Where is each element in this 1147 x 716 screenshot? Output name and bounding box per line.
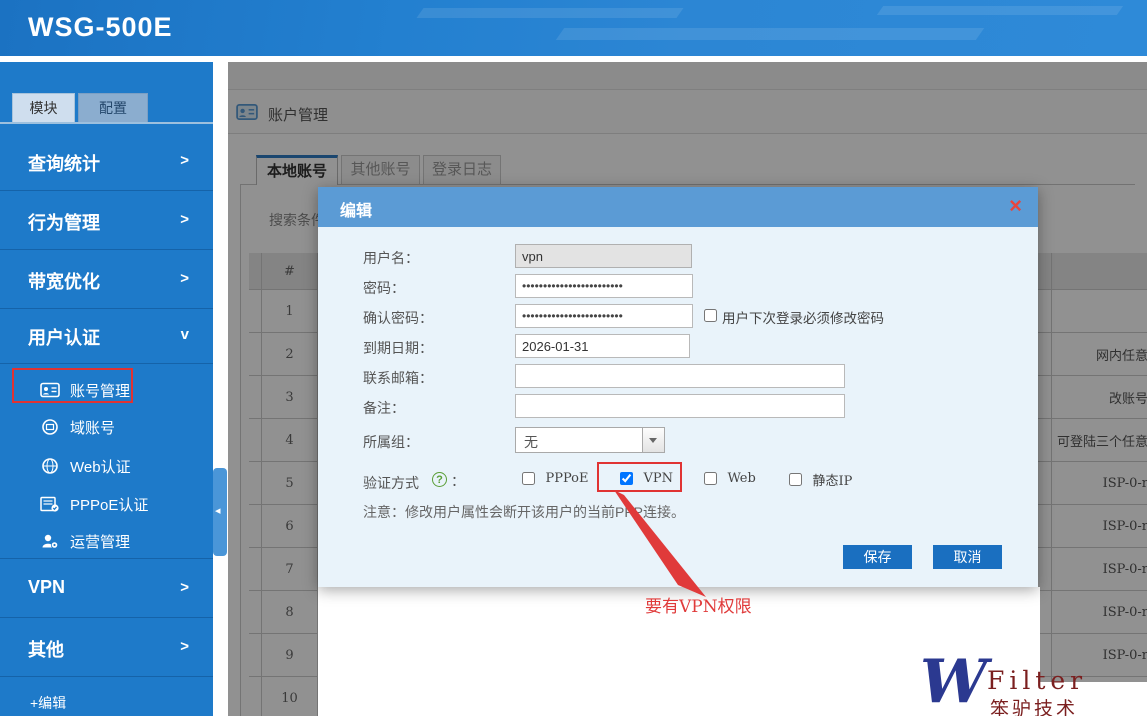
web-checkbox-label[interactable]: Web xyxy=(727,471,755,486)
dialog-header: 编辑 × xyxy=(318,187,1038,227)
sidebar-item-web-auth[interactable]: Web认证 xyxy=(0,448,213,484)
sidebar-tab-modules[interactable]: 模块 xyxy=(12,93,75,122)
sidebar-item-domain-account[interactable]: 域账号 xyxy=(0,409,213,445)
sidebar-item-query-stats[interactable]: 查询统计 > xyxy=(0,133,213,191)
domain-account-icon xyxy=(40,418,60,436)
group-select[interactable]: 无 xyxy=(515,427,665,453)
watermark-brand: Filter xyxy=(987,666,1087,695)
pppoe-checkbox[interactable] xyxy=(522,472,535,485)
password-label: 密码： xyxy=(363,278,405,298)
note-label: 备注： xyxy=(363,398,405,418)
sidebar-item-edit[interactable]: +编辑 xyxy=(0,693,213,716)
id-card-icon xyxy=(40,381,60,399)
header-decoration xyxy=(556,28,984,40)
sidebar-item-user-auth[interactable]: 用户认证 v xyxy=(0,310,213,364)
chevron-down-icon: v xyxy=(181,326,189,343)
wsg-500e-app: WSG-500E 模块 配置 查询统计 > 行为管理 > 带宽优化 > 用户认证… xyxy=(0,0,1147,716)
sidebar-collapse-handle[interactable]: ◂ xyxy=(213,468,227,556)
chevron-left-icon: ◂ xyxy=(215,504,221,517)
force-password-change-checkbox[interactable] xyxy=(704,309,717,322)
auth-option-static-ip: 静态IP xyxy=(789,470,852,489)
close-icon[interactable]: × xyxy=(1009,194,1022,218)
annotation-text: 要有VPN权限 xyxy=(645,592,752,617)
username-field[interactable] xyxy=(515,244,692,268)
expiry-date-label: 到期日期： xyxy=(363,338,433,358)
vpn-checkbox-label[interactable]: VPN xyxy=(643,471,673,486)
watermark-logo: W xyxy=(920,652,987,712)
sidebar-item-bandwidth-opt[interactable]: 带宽优化 > xyxy=(0,251,213,309)
confirm-password-label: 确认密码： xyxy=(363,308,433,328)
auth-method-label: 验证方式 xyxy=(363,473,419,493)
password-field[interactable] xyxy=(515,274,693,298)
app-header: WSG-500E xyxy=(0,0,1147,59)
chevron-right-icon: > xyxy=(180,211,189,228)
contact-email-field[interactable] xyxy=(515,364,845,388)
vpn-checkbox[interactable] xyxy=(620,472,633,485)
save-button[interactable]: 保存 xyxy=(843,545,912,569)
operator-person-icon xyxy=(40,532,60,550)
sidebar-gap xyxy=(213,62,228,716)
group-label: 所属组： xyxy=(363,432,419,452)
username-label: 用户名： xyxy=(363,248,419,268)
chevron-right-icon: > xyxy=(180,579,189,596)
chevron-right-icon: > xyxy=(180,270,189,287)
sidebar-tab-config[interactable]: 配置 xyxy=(78,93,148,122)
sidebar-tabbar: 模块 配置 xyxy=(0,93,213,124)
pppoe-checkbox-label[interactable]: PPPoE xyxy=(545,471,588,486)
sidebar-item-behavior-mgmt[interactable]: 行为管理 > xyxy=(0,192,213,250)
sidebar-item-pppoe-auth[interactable]: PPPoE认证 xyxy=(0,486,213,522)
sidebar-submenu-user-auth: 账号管理 域账号 Web认证 PPPoE认证 运营管理 xyxy=(0,364,213,559)
auth-option-pppoe: PPPoE xyxy=(522,470,588,488)
sidebar-item-operation-mgmt[interactable]: 运营管理 xyxy=(0,523,213,559)
globe-icon xyxy=(40,457,60,475)
app-title: WSG-500E xyxy=(28,12,173,43)
select-dropdown-button[interactable] xyxy=(642,428,664,452)
contact-email-label: 联系邮箱： xyxy=(363,368,433,388)
sidebar-item-vpn[interactable]: VPN > xyxy=(0,560,213,618)
edit-user-dialog: 编辑 × 用户名： 密码： 确认密码： 用户下次登录必须修改密码 到期日期： 联… xyxy=(318,187,1038,587)
doc-check-icon xyxy=(40,495,60,513)
cancel-button[interactable]: 取消 xyxy=(933,545,1002,569)
watermark: W Filter 笨驴技术 xyxy=(915,652,1135,716)
help-icon[interactable]: ? xyxy=(432,472,447,487)
static-ip-checkbox[interactable] xyxy=(789,473,802,486)
dialog-title: 编辑 xyxy=(340,197,372,221)
dialog-notice: 注意：修改用户属性会断开该用户的当前PPP连接。 xyxy=(363,502,685,522)
confirm-password-field[interactable] xyxy=(515,304,693,328)
web-checkbox[interactable] xyxy=(704,472,717,485)
expiry-date-field[interactable] xyxy=(515,334,690,358)
auth-option-web: Web xyxy=(704,470,756,488)
sidebar: 模块 配置 查询统计 > 行为管理 > 带宽优化 > 用户认证 v 账号管理 xyxy=(0,62,213,716)
group-select-value: 无 xyxy=(524,432,538,452)
watermark-subtitle: 笨驴技术 xyxy=(990,694,1078,716)
note-field[interactable] xyxy=(515,394,845,418)
auth-option-vpn: VPN xyxy=(620,470,673,488)
header-decoration xyxy=(877,6,1123,15)
chevron-right-icon: > xyxy=(180,152,189,169)
chevron-right-icon: > xyxy=(180,638,189,655)
sidebar-item-account-mgmt[interactable]: 账号管理 xyxy=(0,372,213,408)
sidebar-item-other[interactable]: 其他 > xyxy=(0,619,213,677)
header-decoration xyxy=(416,8,683,18)
force-password-change-label: 用户下次登录必须修改密码 xyxy=(722,307,884,327)
chevron-down-icon xyxy=(649,438,657,443)
static-ip-checkbox-label[interactable]: 静态IP xyxy=(812,474,852,489)
